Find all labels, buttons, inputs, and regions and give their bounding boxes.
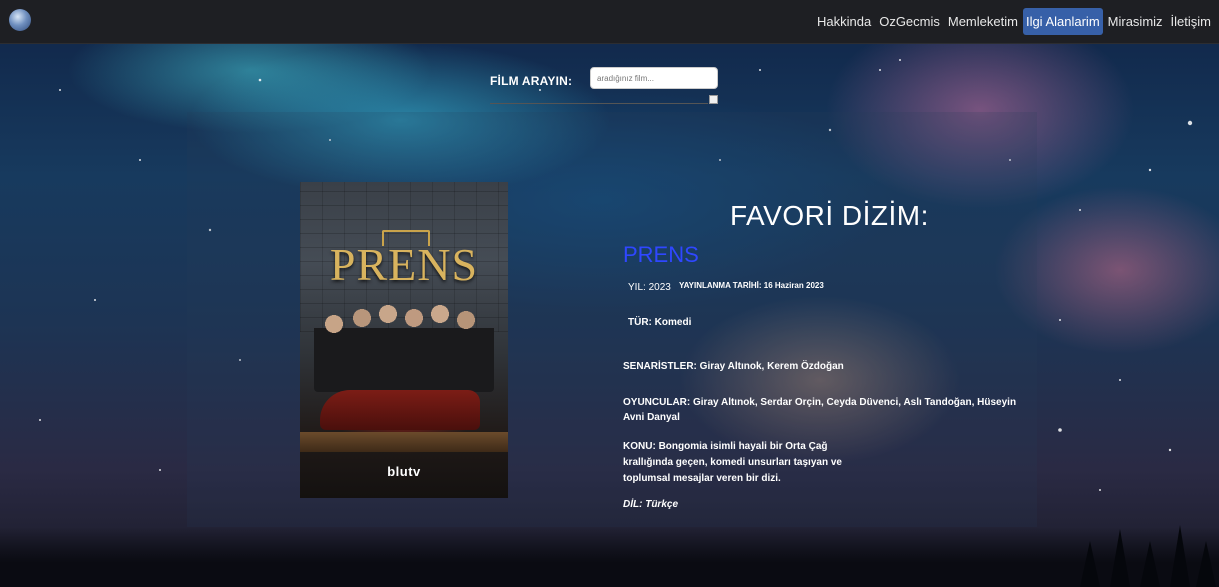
genre-value: Komedi (654, 317, 692, 328)
favorite-series-heading: FAVORİ DİZİM: (730, 200, 929, 231)
tree-silhouette (1080, 541, 1100, 587)
plot-label: KONU: (623, 441, 659, 452)
year-label: YIL: (628, 282, 649, 293)
writers-label: SENARİSTLER: (623, 361, 700, 372)
release-label: YAYINLANMA TARİHİ: (679, 281, 764, 290)
year-row: YIL: 2023 (628, 282, 671, 293)
writers-row: SENARİSTLER: Giray Altınok, Kerem Özdoğa… (623, 361, 844, 372)
film-search: FİLM ARAYIN: (490, 67, 720, 107)
poster-brand-logo: blutv (387, 464, 421, 479)
cast-row: OYUNCULAR: Giray Altınok, Serdar Orçin, … (623, 395, 1033, 425)
search-label: FİLM ARAYIN: (490, 74, 573, 88)
genre-row: TÜR: Komedi (628, 317, 691, 328)
language-value: Türkçe (645, 499, 679, 510)
tree-silhouette (1196, 541, 1216, 587)
nav-link-hakkinda[interactable]: Hakkinda (814, 8, 874, 35)
year-value: 2023 (648, 282, 671, 293)
writers-value: Giray Altınok, Kerem Özdoğan (699, 361, 844, 372)
search-dropdown-toggle[interactable] (709, 95, 718, 104)
nav-links: Hakkinda OzGecmis Memleketim Ilgi Alanla… (813, 0, 1215, 43)
tree-silhouette (1170, 525, 1190, 587)
poster-table (300, 432, 508, 452)
cast-label: OYUNCULAR: (623, 397, 693, 408)
nav-link-memleketim[interactable]: Memleketim (945, 8, 1021, 35)
language-label: DİL: (623, 499, 646, 510)
series-poster: PRENS blutv (300, 182, 508, 498)
release-row: YAYINLANMA TARİHİ: 16 Haziran 2023 (679, 281, 824, 290)
tree-silhouette (1140, 541, 1160, 587)
tree-silhouette (1110, 529, 1130, 587)
genre-label: TÜR: (628, 317, 655, 328)
nav-link-ozgecmis[interactable]: OzGecmis (876, 8, 943, 35)
search-input[interactable] (590, 67, 718, 89)
plot-row: KONU: Bongomia isimli hayali bir Orta Ça… (623, 439, 863, 487)
nav-link-iletisim[interactable]: İletişim (1168, 8, 1214, 35)
language-row: DİL: Türkçe (623, 499, 678, 510)
poster-cast-figures (314, 300, 494, 392)
poster-king-figure (320, 390, 480, 430)
series-title: PRENS (623, 242, 699, 267)
release-value: 16 Haziran 2023 (763, 281, 824, 290)
treeline-silhouette (0, 527, 1219, 587)
search-results-list (490, 103, 708, 104)
nav-link-ilgi-alanlarim[interactable]: Ilgi Alanlarim (1022, 8, 1103, 35)
nav-link-mirasimiz[interactable]: Mirasimiz (1105, 8, 1166, 35)
globe-logo-icon[interactable] (9, 9, 31, 31)
poster-title: PRENS (329, 239, 479, 290)
top-navbar: Hakkinda OzGecmis Memleketim Ilgi Alanla… (0, 0, 1219, 44)
